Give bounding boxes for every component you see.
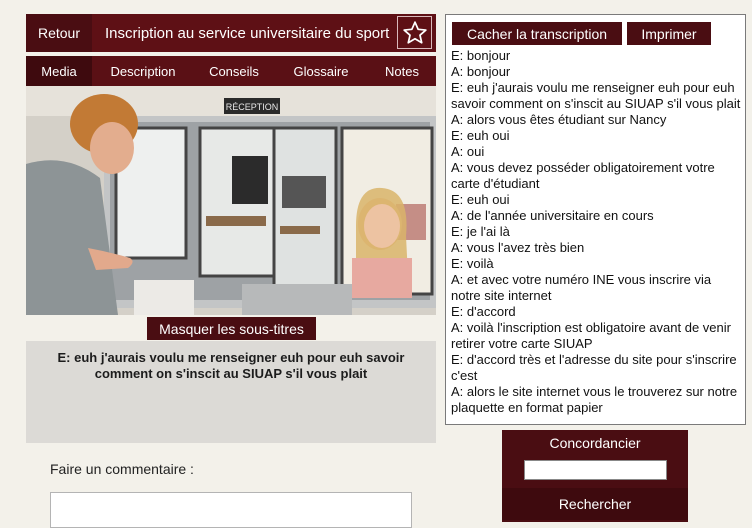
transcript-line: A: et avec votre numéro INE vous inscrir… [451,272,712,303]
tab-glossaire[interactable]: Glossaire [274,56,368,86]
hide-subtitles-button[interactable]: Masquer les sous-titres [147,317,316,340]
transcript-line: A: vous devez posséder obligatoirement v… [451,160,715,191]
subtitle-display: E: euh j'aurais voulu me renseigner euh … [26,341,436,443]
transcript-line: A: vous l'avez très bien [451,240,585,255]
transcript-line: A: alors vous êtes étudiant sur Nancy [451,112,667,127]
transcript-line: E: d'accord [451,304,516,319]
transcript-line: E: voilà [451,256,494,271]
page-title: Inscription au service universitaire du … [92,14,436,52]
transcript-line: E: euh j'aurais voulu me renseigner euh … [451,80,741,111]
tab-notes[interactable]: Notes [368,56,436,86]
video-frame: RÉCEPTION [26,86,436,315]
transcript-line: A: oui [451,144,485,159]
transcript-line: E: bonjour [451,48,511,63]
favorite-button[interactable] [397,16,432,49]
transcript-line: A: voilà l'inscription est obligatoire a… [451,320,731,351]
transcript-line: E: euh oui [451,192,510,207]
back-button[interactable]: Retour [26,14,92,52]
transcript-text[interactable]: E: bonjour A: bonjour E: euh j'aurais vo… [451,48,743,424]
print-button[interactable]: Imprimer [627,22,711,45]
hide-transcript-button[interactable]: Cacher la transcription [452,22,622,45]
reception-sign: RÉCEPTION [226,102,279,112]
transcript-line: A: alors le site internet vous le trouve… [451,384,738,415]
tab-media[interactable]: Media [26,56,92,86]
tab-description[interactable]: Description [92,56,194,86]
page-title-text: Inscription au service universitaire du … [105,24,390,42]
comment-label: Faire un commentaire : [50,461,194,477]
video-player[interactable]: RÉCEPTION [26,86,436,315]
star-icon [402,20,427,44]
search-button[interactable]: Rechercher [502,488,688,520]
concordancier-search-input[interactable] [524,460,667,480]
transcript-line: A: de l'année universitaire en cours [451,208,654,223]
transcript-line: E: je l'ai là [451,224,510,239]
transcript-line: A: bonjour [451,64,511,79]
transcript-line: E: euh oui [451,128,510,143]
subtitle-text: E: euh j'aurais voulu me renseigner euh … [57,350,405,381]
tab-conseils[interactable]: Conseils [194,56,274,86]
transcript-line: E: d'accord très et l'adresse du site po… [451,352,737,383]
comment-textarea[interactable] [50,492,412,528]
media-nav: Media Description Conseils Glossaire Not… [26,56,436,86]
concordancier-title: Concordancier [549,435,641,451]
